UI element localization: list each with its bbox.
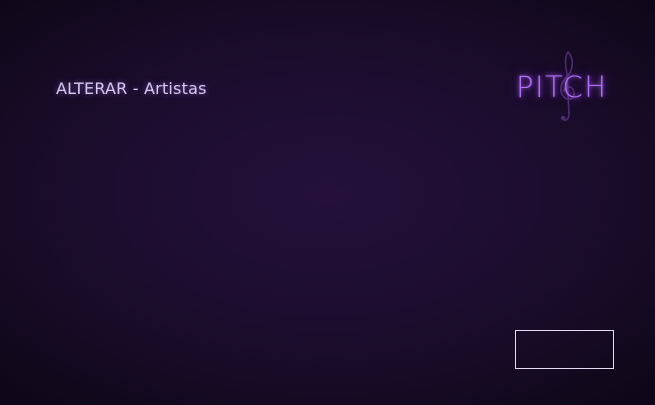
logo-text: PITCH xyxy=(516,70,608,104)
page-title: ALTERAR - Artistas xyxy=(56,79,207,98)
pitch-logo: PITCH xyxy=(510,50,626,126)
app-window: ALTERAR - Artistas PITCH xyxy=(0,0,655,405)
action-button[interactable] xyxy=(515,330,614,369)
